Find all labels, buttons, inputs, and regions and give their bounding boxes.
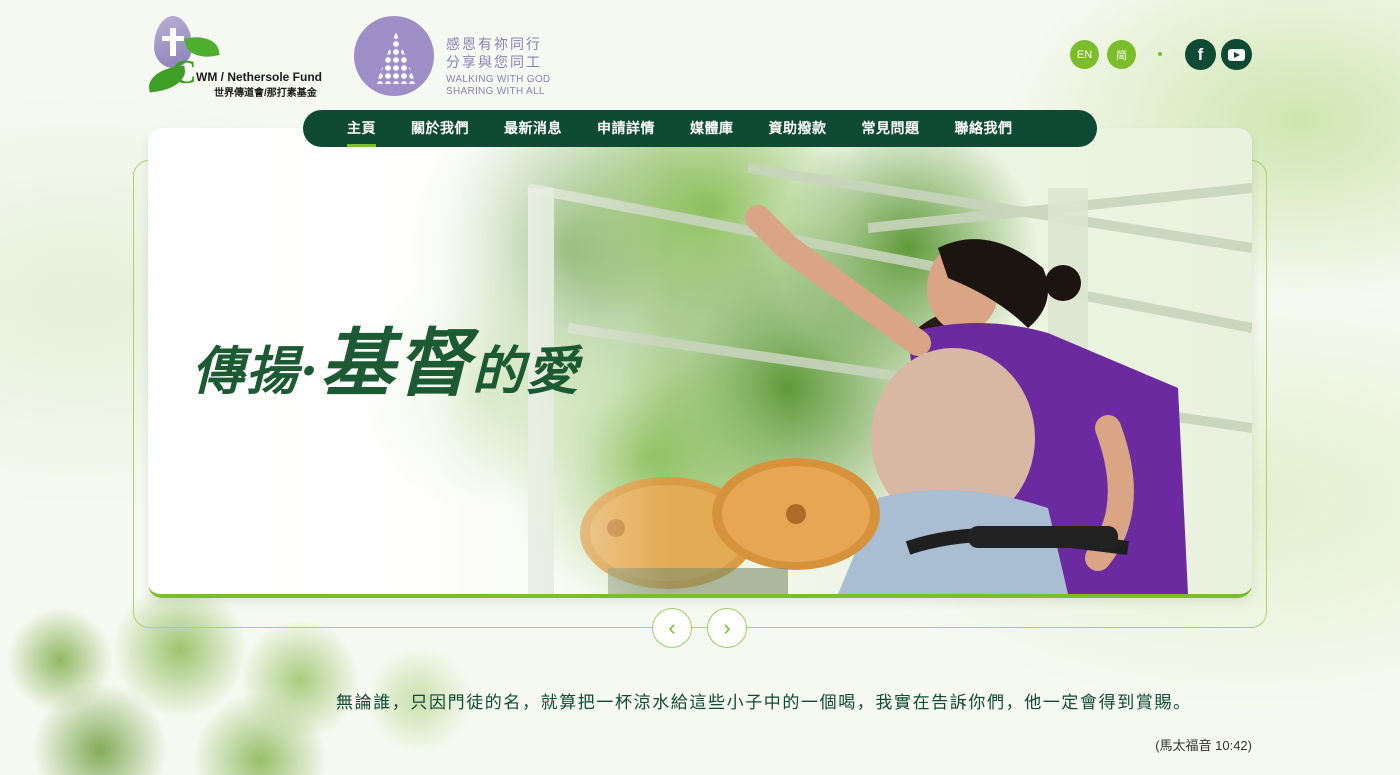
lang-en-button[interactable]: EN [1070, 40, 1099, 69]
nav-item-faq[interactable]: 常見問題 [862, 110, 920, 147]
slider-prev-button[interactable]: ‹ [652, 608, 692, 648]
bible-verse: 無論誰，只因門徒的名，就算把一杯涼水給這些小子中的一個喝，我實在告訴你們，他一定… [336, 693, 1192, 712]
banner-slogan: 傳揚·基督的愛 [192, 304, 580, 411]
logo-name-zh: 世界傳道會/那打素基金 [214, 88, 317, 99]
cwm-logo[interactable]: C WM / Nethersole Fund 世界傳道會/那打素基金 [146, 14, 336, 99]
nav-item-contact[interactable]: 聯絡我們 [955, 110, 1013, 147]
hero-slider[interactable]: 傳揚·基督的愛 [148, 128, 1252, 598]
nav-item-news[interactable]: 最新消息 [504, 110, 562, 147]
main-nav: 主頁 關於我們 最新消息 申請詳情 媒體庫 資助撥款 常見問題 聯絡我們 [303, 110, 1097, 147]
separator-dot [1158, 52, 1162, 56]
logo-zh-line2: 分享與您同工 [446, 54, 542, 70]
slogan-part3: 的愛 [472, 341, 581, 402]
verse-reference: (馬太福音 10:42) [1155, 738, 1252, 753]
facebook-icon[interactable]: f [1185, 39, 1216, 70]
logo-en-line1: WALKING WITH GOD [446, 74, 551, 85]
slogan-part1: 傳揚· [192, 341, 321, 402]
purple-circle-emblem [354, 16, 434, 96]
logo-en-line2: SHARING WITH ALL [446, 86, 545, 97]
lang-simplified-button[interactable]: 简 [1107, 40, 1136, 69]
youtube-icon[interactable] [1221, 39, 1252, 70]
nav-item-media[interactable]: 媒體庫 [690, 110, 734, 147]
slider-next-button[interactable]: › [707, 608, 747, 648]
chevron-left-icon: ‹ [668, 615, 676, 640]
logo-name-en: WM / Nethersole Fund [196, 70, 322, 84]
slogan-part2: 基督 [320, 321, 473, 407]
drops-triangle-icon [376, 32, 416, 84]
chevron-right-icon: › [723, 615, 731, 640]
nav-item-home[interactable]: 主頁 [347, 110, 376, 147]
walking-with-god-logo[interactable]: 感恩有祢同行 分享與您同工 WALKING WITH GOD SHARING W… [354, 14, 564, 98]
logo-zh-line1: 感恩有祢同行 [446, 36, 542, 52]
logo-c-letter: C [172, 54, 197, 91]
nav-item-grants[interactable]: 資助撥款 [769, 110, 827, 147]
cross-icon [170, 28, 176, 56]
nav-item-about[interactable]: 關於我們 [411, 110, 469, 147]
nav-item-apply[interactable]: 申請詳情 [597, 110, 655, 147]
